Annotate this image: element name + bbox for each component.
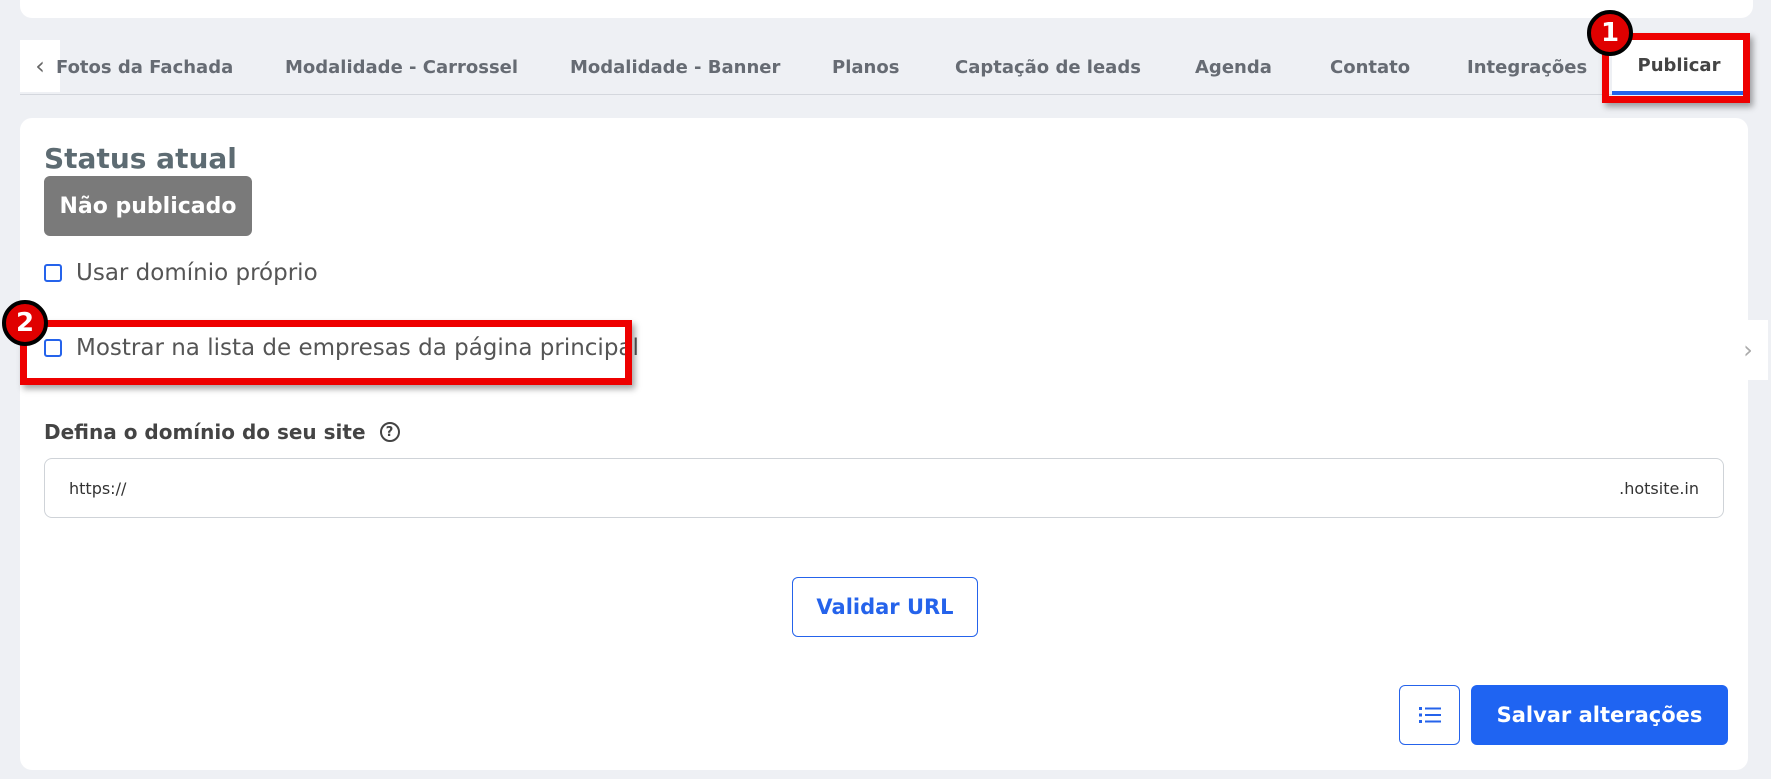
own-domain-label: Usar domínio próprio (76, 260, 318, 286)
tab-bar: ‹ Fotos da Fachada Modalidade - Carrosse… (20, 40, 1750, 95)
tab-planos[interactable]: Planos (832, 40, 899, 95)
save-changes-button[interactable]: Salvar alterações (1471, 685, 1728, 745)
tab-fotos-fachada[interactable]: Fotos da Fachada (56, 40, 233, 95)
list-icon (1418, 707, 1441, 723)
status-label: Status atual (44, 142, 237, 175)
scroll-right-icon[interactable]: › (1728, 320, 1768, 380)
top-card (20, 0, 1753, 18)
domain-input[interactable] (134, 478, 1612, 498)
domain-label: Defina o domínio do seu site (44, 420, 366, 444)
own-domain-option[interactable]: Usar domínio próprio (44, 260, 318, 286)
help-icon[interactable]: ? (379, 422, 400, 442)
status-badge: Não publicado (44, 176, 252, 236)
tab-agenda[interactable]: Agenda (1195, 40, 1272, 95)
tab-integracoes[interactable]: Integrações (1467, 40, 1587, 95)
list-button[interactable] (1399, 685, 1460, 745)
tab-captacao-leads[interactable]: Captação de leads (955, 40, 1141, 95)
tab-scroll-left-icon[interactable]: ‹ (20, 40, 60, 92)
tab-contato[interactable]: Contato (1330, 40, 1410, 95)
tab-modalidade-banner[interactable]: Modalidade - Banner (570, 40, 780, 95)
domain-prefix: https:// (69, 478, 127, 498)
tab-modalidade-carrossel[interactable]: Modalidade - Carrossel (285, 40, 518, 95)
own-domain-checkbox[interactable] (44, 264, 62, 282)
domain-suffix: .hotsite.in (1619, 478, 1699, 498)
publish-card: Status atual Não publicado Usar domínio … (20, 118, 1748, 770)
callout-number-2: 2 (2, 300, 48, 346)
callout-number-1: 1 (1587, 10, 1633, 56)
validate-url-button[interactable]: Validar URL (792, 577, 978, 637)
callout-box-show-in-list (20, 320, 632, 385)
domain-label-row: Defina o domínio do seu site ? (44, 420, 400, 444)
domain-field[interactable]: https:// .hotsite.in (44, 458, 1724, 518)
